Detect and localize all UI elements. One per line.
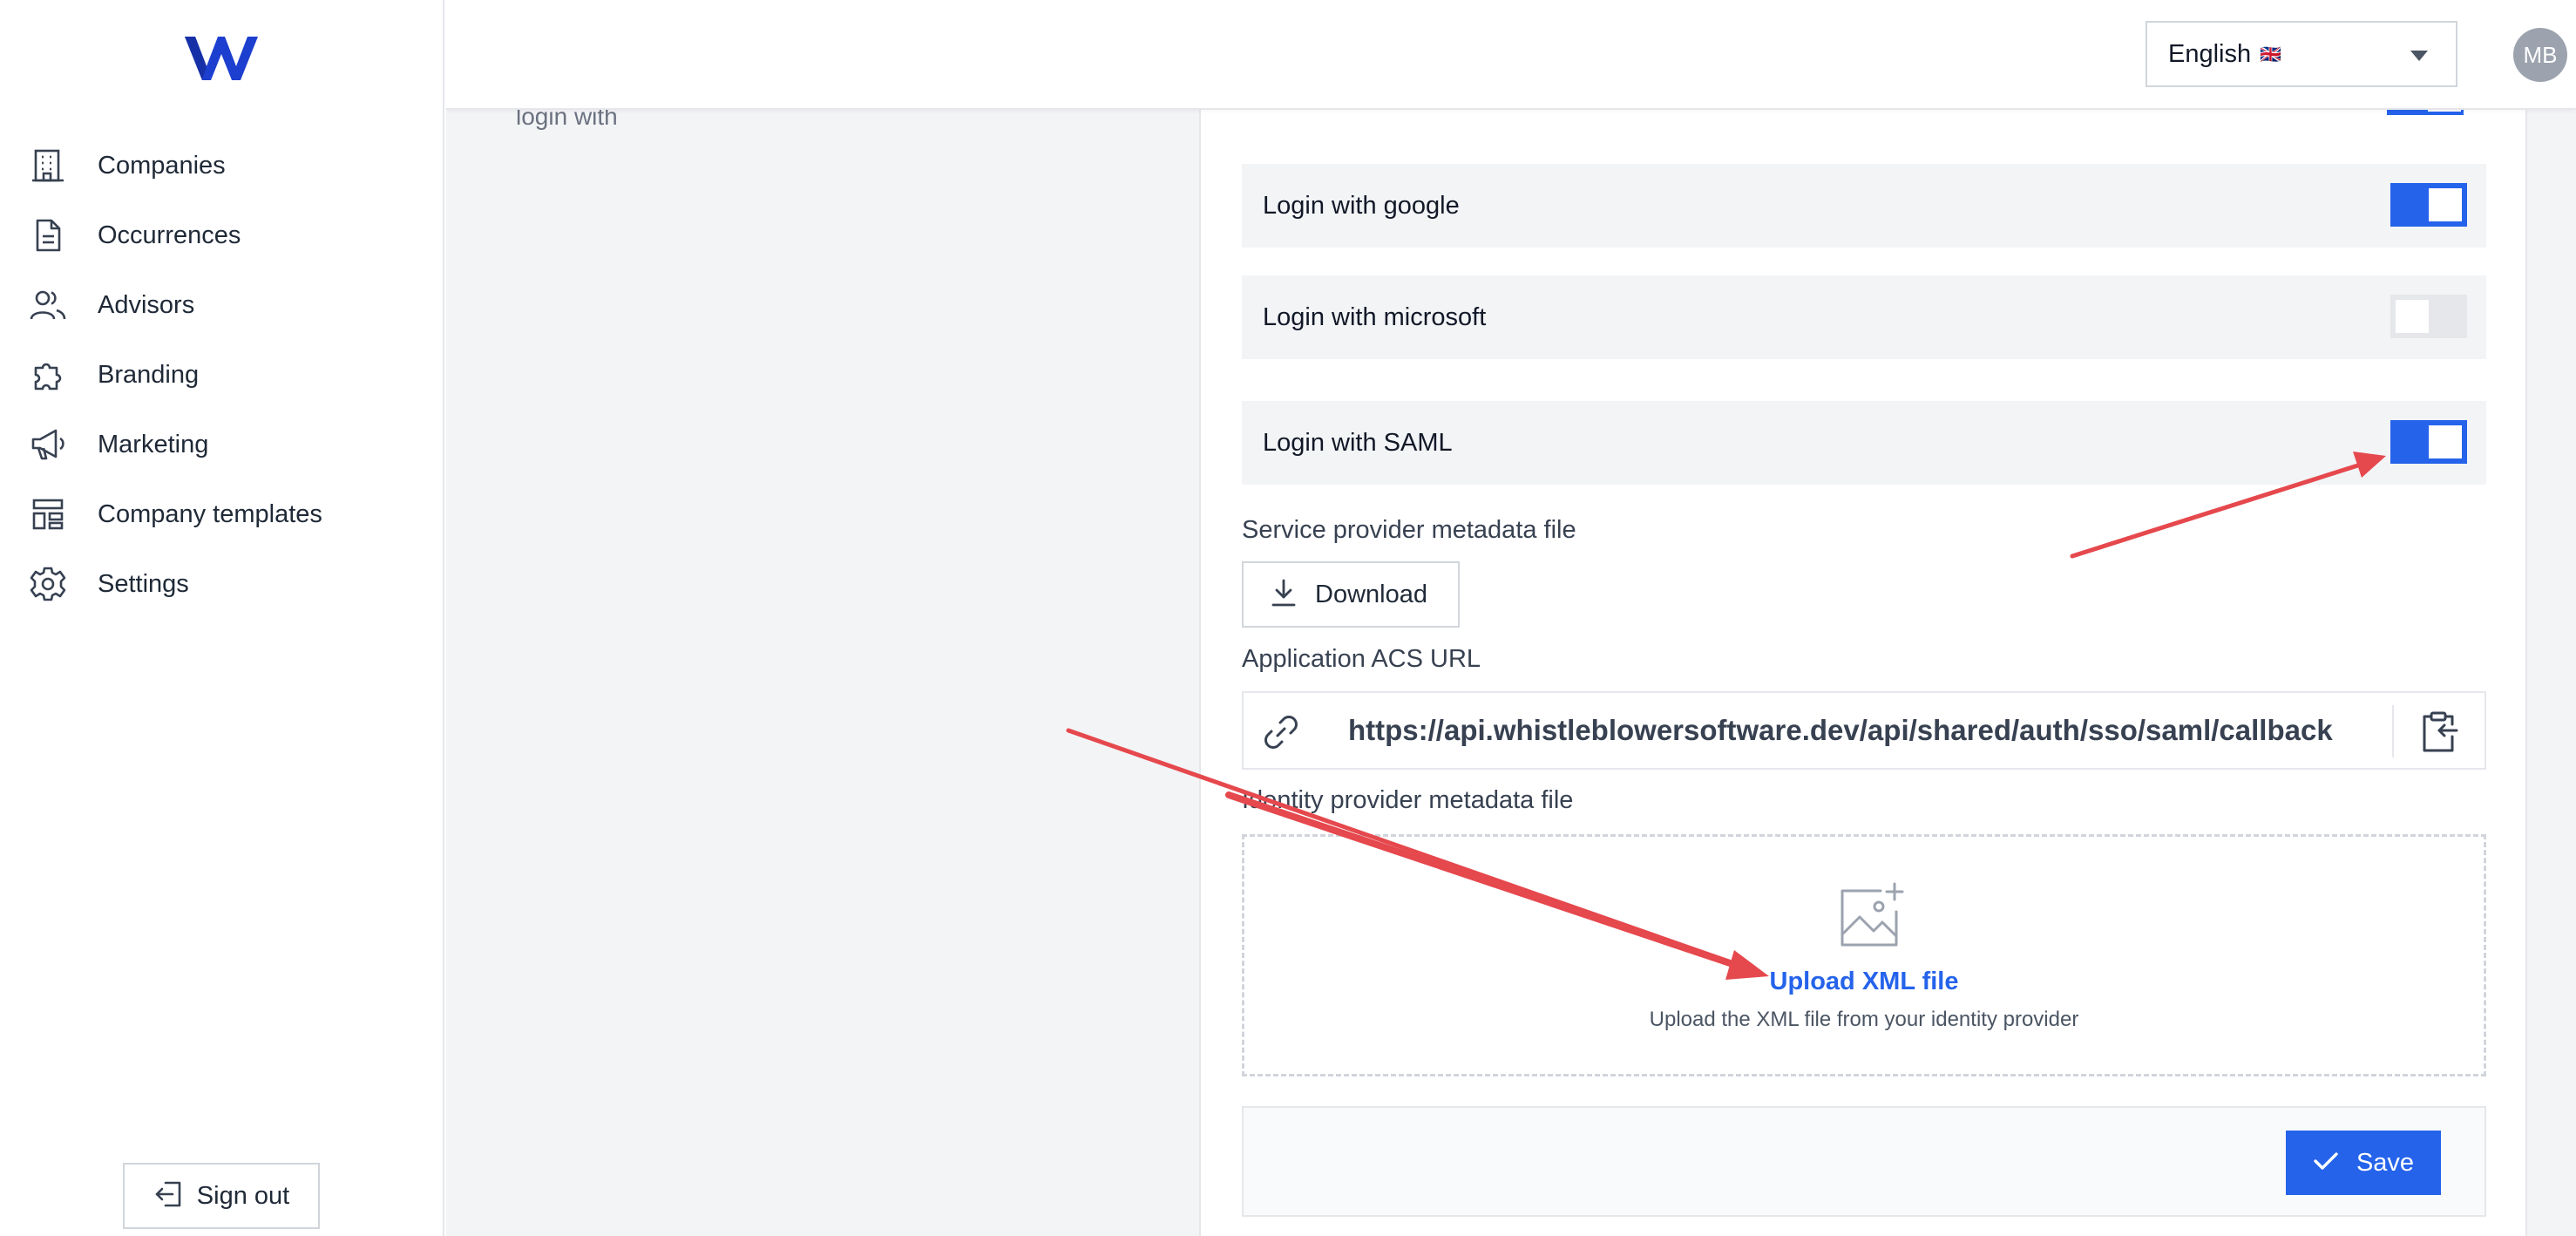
login-google-toggle[interactable] <box>2390 183 2467 227</box>
login-google-row: Login with google <box>1242 164 2486 248</box>
language-label: English <box>2168 39 2252 68</box>
sign-out-icon <box>153 1179 183 1213</box>
sidebar-item-marketing[interactable]: Marketing <box>28 410 429 479</box>
save-button[interactable]: Save <box>2286 1131 2441 1195</box>
save-label: Save <box>2356 1148 2415 1177</box>
link-icon <box>1259 710 1303 754</box>
acs-url-label: Application ACS URL <box>1242 645 1481 673</box>
sidebar-item-advisors[interactable]: Advisors <box>28 270 429 340</box>
gear-icon <box>28 564 68 604</box>
url-field-divider <box>2392 705 2394 757</box>
sidebar-item-label: Marketing <box>98 430 209 458</box>
language-select[interactable]: English 🇬🇧 <box>2146 21 2457 87</box>
sidebar-item-occurrences[interactable]: Occurrences <box>28 200 429 270</box>
xml-upload-dropzone[interactable]: Upload XML file Upload the XML file from… <box>1242 834 2486 1076</box>
sidebar: Companies Occurrences Advisors Branding … <box>0 0 444 1236</box>
uk-flag-icon: 🇬🇧 <box>2260 44 2282 65</box>
sidebar-item-label: Settings <box>98 569 189 598</box>
top-bar: English 🇬🇧 MB <box>446 0 2576 110</box>
template-icon <box>28 494 68 534</box>
sidebar-item-label: Occurrences <box>98 221 241 249</box>
upload-xml-link[interactable]: Upload XML file <box>1244 968 2484 996</box>
sign-out-button[interactable]: Sign out <box>123 1163 320 1229</box>
download-icon <box>1270 578 1298 612</box>
image-upload-icon <box>1835 880 1908 954</box>
avatar[interactable]: MB <box>2513 28 2567 82</box>
copy-url-button[interactable] <box>2411 705 2465 759</box>
idp-metadata-label: Identity provider metadata file <box>1242 786 1574 814</box>
login-microsoft-toggle[interactable] <box>2390 295 2467 338</box>
upload-hint: Upload the XML file from your identity p… <box>1649 1008 2079 1031</box>
building-icon <box>28 146 68 186</box>
app-logo[interactable] <box>181 31 261 85</box>
sidebar-item-label: Company templates <box>98 499 322 528</box>
sidebar-item-label: Branding <box>98 360 200 389</box>
sidebar-item-companies[interactable]: Companies <box>28 131 429 200</box>
login-google-label: Login with google <box>1263 191 1460 220</box>
download-button[interactable]: Download <box>1242 561 1460 628</box>
acs-url-value: https://api.whistleblowersoftware.dev/ap… <box>1348 714 2333 746</box>
sidebar-item-branding[interactable]: Branding <box>28 340 429 410</box>
login-microsoft-row: Login with microsoft <box>1242 275 2486 359</box>
sign-out-label: Sign out <box>196 1181 290 1210</box>
document-icon <box>28 215 68 255</box>
acs-url-field[interactable]: https://api.whistleblowersoftware.dev/ap… <box>1242 691 2486 770</box>
clipboard-icon <box>2423 711 2458 752</box>
sidebar-item-label: Advisors <box>98 290 195 319</box>
login-saml-toggle[interactable] <box>2390 420 2467 464</box>
puzzle-icon <box>28 355 68 395</box>
megaphone-icon <box>28 424 68 465</box>
sidebar-nav: Companies Occurrences Advisors Branding … <box>28 131 429 619</box>
sidebar-item-label: Companies <box>98 151 226 180</box>
sidebar-item-company-templates[interactable]: Company templates <box>28 479 429 549</box>
check-icon <box>2313 1151 2339 1176</box>
login-saml-label: Login with SAML <box>1263 428 1453 457</box>
login-microsoft-label: Login with microsoft <box>1263 302 1487 331</box>
chevron-down-icon <box>2410 51 2428 61</box>
download-label: Download <box>1315 580 1427 608</box>
sidebar-item-settings[interactable]: Settings <box>28 549 429 619</box>
form-footer: Save <box>1242 1106 2486 1217</box>
users-icon <box>28 285 68 325</box>
login-saml-row: Login with SAML <box>1242 401 2486 485</box>
sp-metadata-label: Service provider metadata file <box>1242 516 1576 544</box>
